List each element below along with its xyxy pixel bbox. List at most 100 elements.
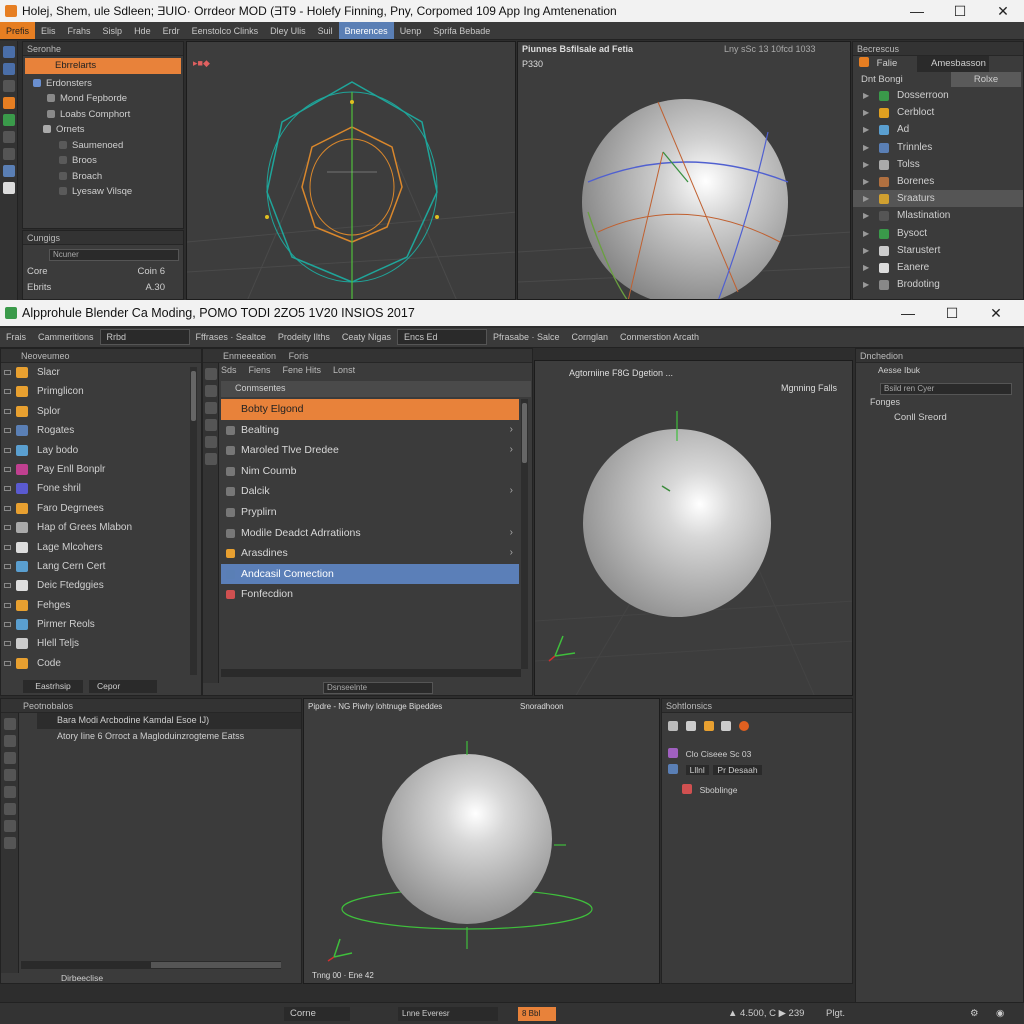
right-props-section[interactable]: Fonges [856, 395, 1023, 411]
outliner-item[interactable]: Lyesaw Vilsqe [23, 184, 183, 200]
tab-amesbasson[interactable]: Amesbasson [917, 56, 989, 72]
tab-falie[interactable]: Falie [877, 58, 898, 69]
toolbar-item[interactable]: Prodeity Ilths [272, 328, 336, 346]
toggle-icon[interactable] [4, 602, 11, 608]
left-list-item[interactable]: Code [1, 654, 201, 673]
outliner-item[interactable]: Erdonsters [23, 76, 183, 92]
expand-arrow-icon[interactable]: ▶ [863, 156, 869, 173]
left-list-item[interactable]: Rogates [1, 421, 201, 440]
tool-icon[interactable] [3, 718, 16, 730]
right-panel-item[interactable]: ▶ Starustert [853, 242, 1023, 259]
tool-icon[interactable] [204, 368, 217, 380]
toolbar-item[interactable]: Conmerstion Arcath [614, 328, 705, 346]
toggle-icon[interactable] [4, 622, 11, 628]
toolbar-item[interactable]: Ceaty Nigas [336, 328, 397, 346]
top-left-viewport[interactable]: ▸■◆ [186, 41, 516, 300]
left-list-item[interactable]: Fehges [1, 596, 201, 615]
menu-item[interactable]: Hde [128, 22, 157, 39]
toggle-icon[interactable] [4, 641, 11, 647]
menu-item[interactable]: Elis [35, 22, 62, 39]
menu-item[interactable]: Sprifa Bebade [427, 22, 496, 39]
expand-arrow-icon[interactable]: ▶ [863, 190, 869, 207]
record-icon[interactable] [739, 721, 750, 731]
outliner-item[interactable]: Mond Fepborde [23, 91, 183, 107]
left-list-item[interactable]: Fone shril [1, 479, 201, 498]
menu-item[interactable]: Andcasil Comection [221, 563, 519, 585]
maximize-button[interactable]: ☐ [932, 300, 972, 322]
toolbar-item[interactable]: Frais [0, 328, 32, 346]
toolbar-item[interactable]: Rrbd [99, 329, 190, 345]
timeline-row[interactable]: Bara Modi Arcbodine Kamdal Esoe IJ) [37, 713, 301, 729]
toggle-icon[interactable] [4, 525, 11, 531]
right-props-field[interactable]: Bsild ren Cyer [880, 383, 1012, 395]
right-panel-item[interactable]: ▶ Brodoting [853, 276, 1023, 293]
left-list-item[interactable]: Splor [1, 402, 201, 421]
expand-arrow-icon[interactable]: ▶ [863, 139, 869, 156]
right-props-item[interactable]: Conll Sreord [856, 410, 1023, 426]
annotate-tool-icon[interactable] [2, 148, 15, 160]
menu-item[interactable]: Bealting › [221, 420, 519, 441]
minimize-button[interactable]: — [888, 300, 928, 322]
tool-icon[interactable] [204, 436, 217, 448]
menu-hscroll[interactable] [221, 669, 521, 677]
right-panel-item[interactable]: ▶ Tolss [853, 156, 1023, 173]
add-tool-icon[interactable] [2, 182, 15, 194]
toggle-icon[interactable] [4, 583, 11, 589]
expand-arrow-icon[interactable]: ▶ [863, 207, 869, 224]
tool-icon[interactable] [3, 820, 16, 832]
toggle-icon[interactable] [4, 428, 11, 434]
right-panel-item[interactable]: ▶ Ad [853, 121, 1023, 138]
right-panel-item[interactable]: ▶ Borenes [853, 173, 1023, 190]
menu-item[interactable]: Suil [312, 22, 339, 39]
toggle-icon[interactable] [4, 505, 11, 511]
left-list-item[interactable]: Deic Ftedggies [1, 576, 201, 595]
left-list-item[interactable]: Faro Degrnees [1, 499, 201, 518]
toolbar-item[interactable]: Fffrases · Sealtce [190, 328, 272, 346]
left-list-item[interactable]: Pay Enll Bonplr [1, 460, 201, 479]
pencil-icon[interactable] [703, 721, 714, 731]
menu-item[interactable]: Nim Coumb [221, 461, 519, 482]
expand-arrow-icon[interactable]: ▶ [863, 87, 869, 104]
tool-icon[interactable] [204, 385, 217, 397]
menu-item[interactable]: Bobty Elgond [221, 399, 519, 420]
wrench-icon[interactable] [721, 721, 732, 731]
gear-icon[interactable]: ⚙ [970, 1007, 979, 1021]
tool-icon[interactable] [3, 735, 16, 747]
cepor-button[interactable]: Cepor [89, 680, 157, 693]
right-panel-item[interactable]: ▶ Trinnles [853, 139, 1023, 156]
menu-tab[interactable]: Lonst [333, 365, 355, 375]
eastrhsip-button[interactable]: Eastrhsip [23, 680, 83, 693]
left-list-item[interactable]: Hap of Grees Mlabon [1, 518, 201, 537]
arrow-icon[interactable] [668, 721, 678, 731]
props-dropdown[interactable]: Ncuner [49, 249, 179, 261]
tool-icon[interactable] [3, 803, 16, 815]
menu-footer-field[interactable]: Dsnseelnte [323, 682, 433, 694]
expand-arrow-icon[interactable]: ▶ [863, 173, 869, 190]
menu-group[interactable]: Conmsentes [221, 381, 531, 397]
timeline-hscroll[interactable] [21, 961, 281, 969]
left-list-item[interactable]: Lang Cern Cert [1, 557, 201, 576]
menu-item[interactable]: Eenstolco Clinks [186, 22, 265, 39]
left-list-item[interactable]: Lage Mlcohers [1, 538, 201, 557]
toggle-icon[interactable] [4, 370, 11, 375]
menu-tab[interactable]: Fiens [249, 365, 271, 375]
menu-item[interactable]: Pryplirn [221, 502, 519, 523]
toggle-icon[interactable] [4, 447, 11, 453]
menu-item[interactable]: Frahs [62, 22, 97, 39]
toggle-icon[interactable] [4, 466, 11, 472]
toolbar-item[interactable]: Encs Ed [396, 329, 487, 345]
right-panel-item[interactable]: ▶ Mlastination [853, 207, 1023, 224]
measure-tool-icon[interactable] [2, 165, 15, 177]
menu-item[interactable]: Uenp [394, 22, 428, 39]
tool-icon[interactable] [3, 786, 16, 798]
tool-icon[interactable] [3, 769, 16, 781]
left-list-item[interactable]: Hlell Teljs [1, 634, 201, 653]
right-panel-item[interactable]: ▶ Cerbloct [853, 104, 1023, 121]
toggle-icon[interactable] [4, 408, 11, 414]
tool-icon[interactable] [3, 837, 16, 849]
minimize-button[interactable]: — [897, 0, 937, 22]
expand-arrow-icon[interactable]: ▶ [863, 121, 869, 138]
right-panel-item[interactable]: ▶ Bysoct [853, 225, 1023, 242]
close-button[interactable]: ✕ [976, 300, 1016, 322]
left-list-scrollbar[interactable] [190, 367, 197, 675]
